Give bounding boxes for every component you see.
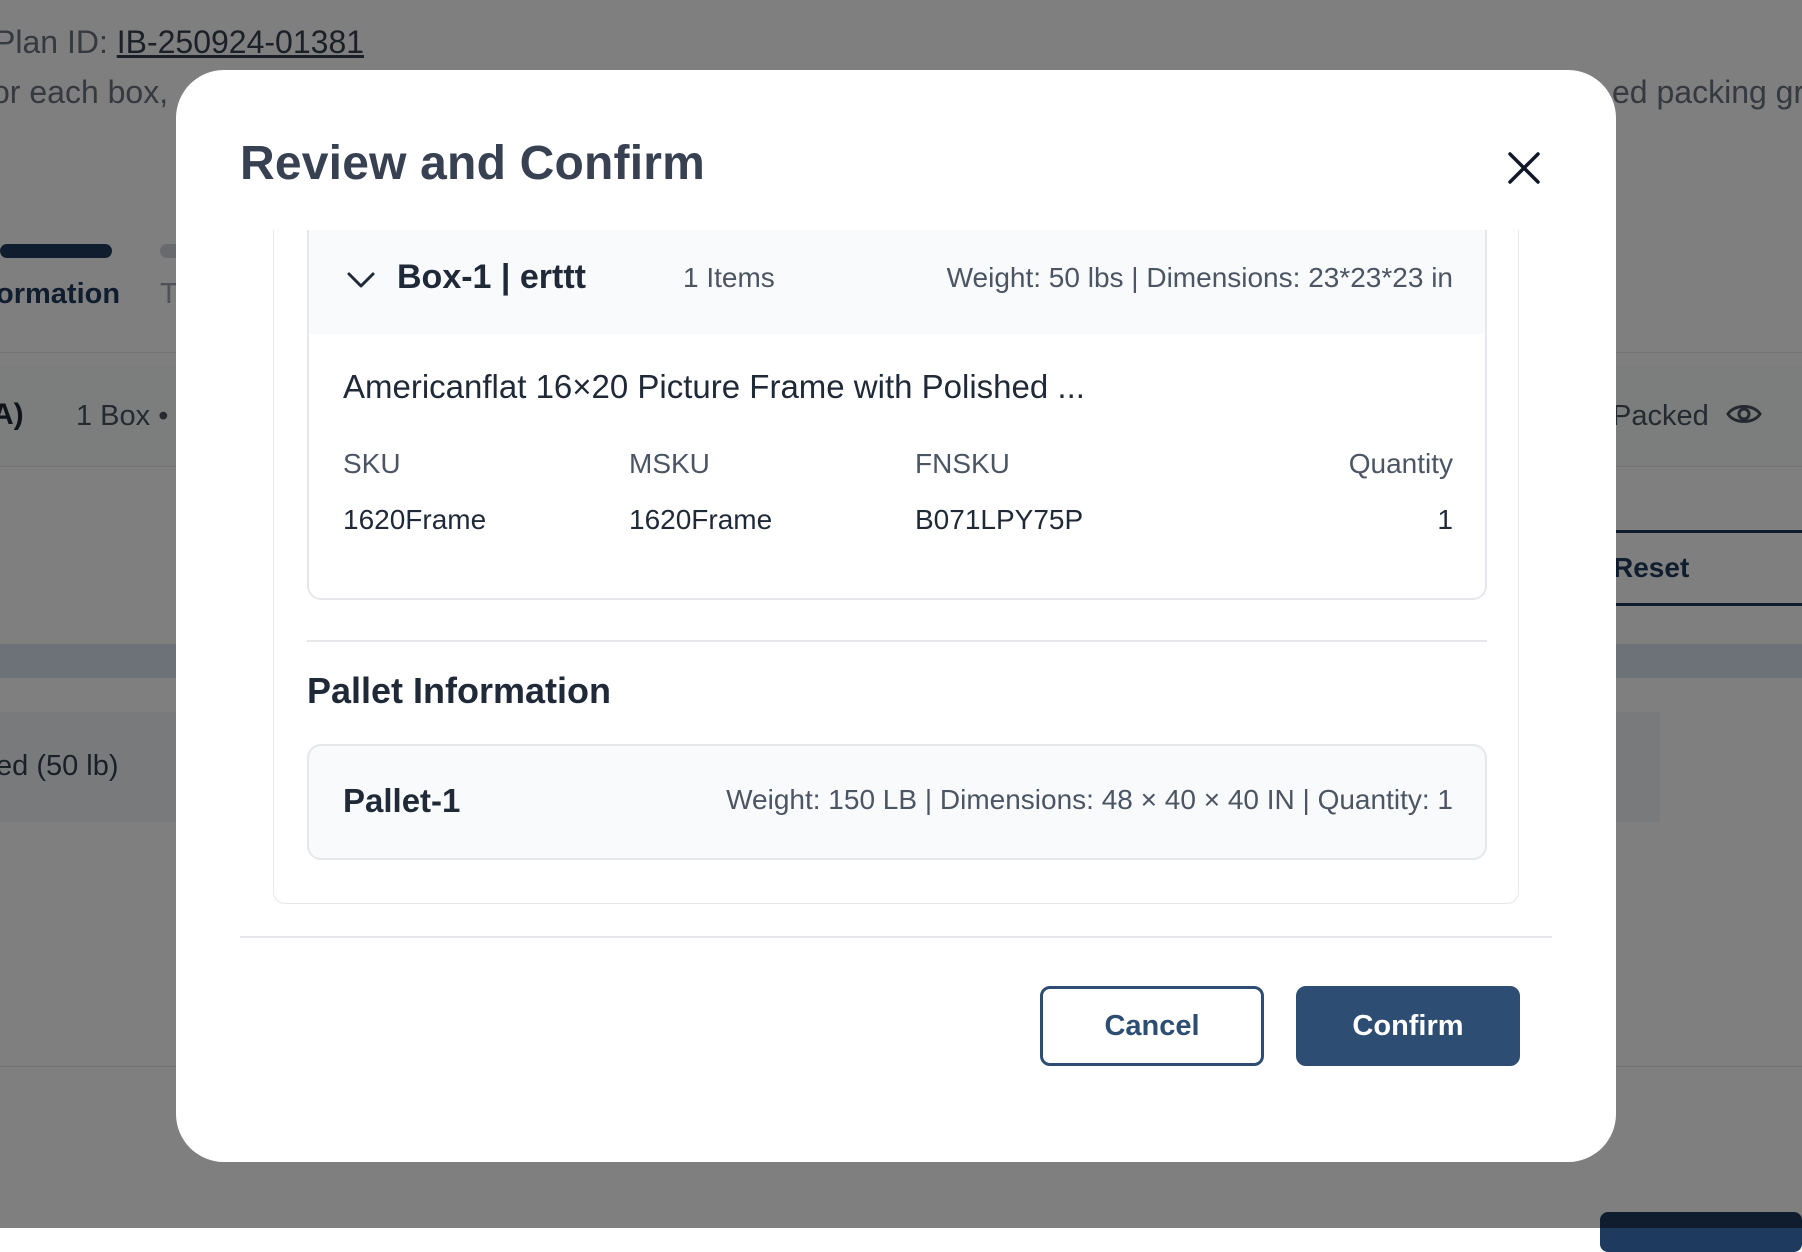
close-icon (1508, 152, 1540, 184)
column-header-msku: MSKU (629, 448, 710, 479)
cell-quantity: 1 (1437, 504, 1453, 535)
footer-divider (240, 936, 1552, 938)
box-card: Box-1 | erttt 1 Items Weight: 50 lbs | D… (307, 230, 1487, 600)
cell-sku: 1620Frame (343, 504, 487, 535)
review-confirm-modal: Review and Confirm Box-1 | erttt 1 Items… (176, 70, 1616, 1162)
close-button[interactable] (1502, 146, 1546, 190)
box-name: Box-1 | erttt (397, 258, 586, 296)
column-header-quantity: Quantity (1348, 448, 1453, 479)
product-name: Americanflat 16×20 Picture Frame with Po… (343, 368, 1085, 405)
column-header-sku: SKU (343, 448, 401, 479)
section-divider (307, 640, 1487, 642)
pallet-section-title: Pallet Information (307, 670, 612, 711)
chevron-down-icon[interactable] (345, 264, 377, 296)
modal-title: Review and Confirm (240, 137, 706, 190)
box-weight-dimensions: Weight: 50 lbs | Dimensions: 23*23*23 in (946, 262, 1453, 293)
cell-fnsku: B071LPY75P (915, 504, 1084, 535)
confirm-button[interactable]: Confirm (1296, 986, 1520, 1066)
box-header[interactable]: Box-1 | erttt 1 Items Weight: 50 lbs | D… (309, 230, 1485, 334)
cancel-button[interactable]: Cancel (1040, 986, 1264, 1066)
review-scroll-area[interactable]: Box-1 | erttt 1 Items Weight: 50 lbs | D… (273, 230, 1519, 904)
pallet-card: Pallet-1 Weight: 150 LB | Dimensions: 48… (307, 744, 1487, 860)
pallet-name: Pallet-1 (343, 782, 461, 819)
box-items-count: 1 Items (683, 262, 775, 293)
column-header-fnsku: FNSKU (915, 448, 1010, 479)
pallet-weight-dimensions-quantity: Weight: 150 LB | Dimensions: 48 × 40 × 4… (726, 784, 1453, 815)
cell-msku: 1620Frame (629, 504, 773, 535)
